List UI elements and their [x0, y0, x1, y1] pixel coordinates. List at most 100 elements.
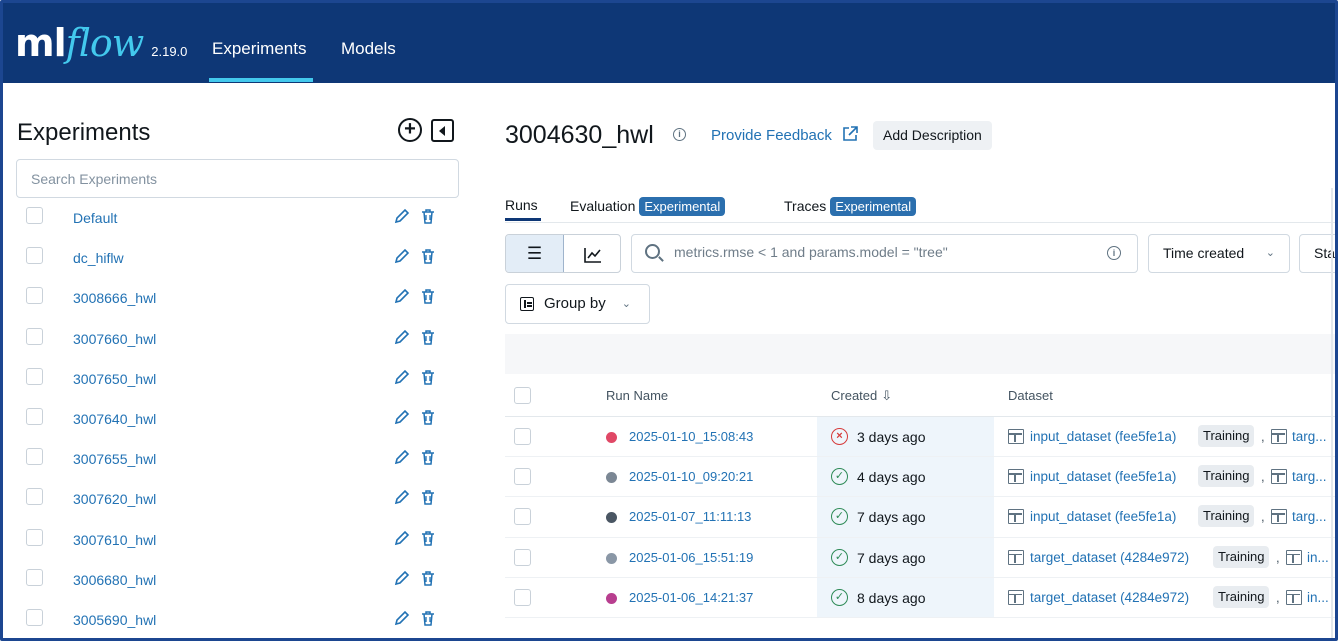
experiment-name[interactable]: 3007660_hwl [73, 331, 156, 347]
dataset-link[interactable]: target_dataset (4284e972) [1030, 590, 1189, 605]
dataset-link-truncated[interactable]: targ... [1292, 469, 1327, 484]
experiment-checkbox[interactable] [26, 608, 43, 626]
dataset-link[interactable]: target_dataset (4284e972) [1030, 550, 1189, 565]
experiment-name[interactable]: 3007655_hwl [73, 451, 156, 467]
run-color-dot[interactable] [606, 512, 617, 524]
dataset-link[interactable]: input_dataset (fee5fe1a) [1030, 469, 1176, 484]
experiment-name[interactable]: 3007640_hwl [73, 411, 156, 427]
row-checkbox[interactable] [514, 548, 531, 566]
info-icon[interactable]: i [673, 128, 686, 141]
list-item[interactable]: 3005690_hwl [3, 604, 473, 638]
search-help-icon[interactable]: i [1107, 246, 1121, 260]
experiment-name[interactable]: 3008666_hwl [73, 290, 156, 306]
dataset-link-truncated[interactable]: in... [1307, 590, 1329, 605]
list-item[interactable]: dc_hiflw [3, 242, 473, 282]
tab-traces[interactable]: Traces Experimental [784, 197, 917, 216]
pencil-icon[interactable] [394, 409, 410, 430]
add-description-button[interactable]: Add Description [873, 121, 992, 150]
row-checkbox[interactable] [514, 588, 531, 606]
dataset-link[interactable]: input_dataset (fee5fe1a) [1030, 509, 1176, 524]
experiment-checkbox[interactable] [26, 488, 43, 506]
pencil-icon[interactable] [394, 570, 410, 591]
run-name-link[interactable]: 2025-01-10_15:08:43 [629, 429, 753, 444]
list-item[interactable]: 3006680_hwl [3, 564, 473, 604]
chart-view-button[interactable] [564, 235, 620, 272]
collapse-sidebar-icon[interactable] [431, 119, 454, 142]
experiment-checkbox[interactable] [26, 327, 43, 345]
list-item[interactable]: 3007650_hwl [3, 363, 473, 403]
trash-icon[interactable] [421, 209, 435, 229]
experiment-name[interactable]: Default [73, 210, 117, 226]
group-by-button[interactable]: Group by ⌄ [505, 284, 650, 324]
experiment-search-input[interactable] [16, 159, 459, 198]
list-item[interactable]: 3008666_hwl [3, 282, 473, 322]
row-checkbox[interactable] [514, 508, 531, 526]
experiment-checkbox[interactable] [26, 367, 43, 385]
experiment-checkbox[interactable] [26, 448, 43, 466]
tab-runs[interactable]: Runs [505, 197, 538, 213]
pencil-icon[interactable] [394, 489, 410, 510]
pencil-icon[interactable] [394, 369, 410, 390]
trash-icon[interactable] [421, 249, 435, 269]
row-checkbox[interactable] [514, 428, 531, 445]
dataset-link-truncated[interactable]: targ... [1292, 509, 1327, 524]
trash-icon[interactable] [421, 570, 435, 591]
list-item[interactable]: 3007640_hwl [3, 403, 473, 443]
run-name-link[interactable]: 2025-01-07_11:11:13 [629, 509, 751, 524]
trash-icon[interactable] [421, 450, 435, 470]
add-experiment-icon[interactable]: + [398, 118, 422, 142]
dataset-link-truncated[interactable]: targ... [1292, 429, 1327, 444]
run-search-input[interactable] [674, 244, 1094, 260]
trash-icon[interactable] [421, 611, 435, 631]
table-row[interactable]: 2025-01-06_15:51:19 ✓ 7 days ago target_dat… [505, 537, 1335, 578]
column-header-run-name[interactable]: Run Name [606, 388, 668, 403]
table-row[interactable]: 2025-01-10_15:08:43 × 3 days ago input_data… [505, 417, 1335, 458]
table-row[interactable]: 2025-01-10_09:20:21 ✓ 4 days ago input_data… [505, 457, 1335, 498]
table-row[interactable]: 2025-01-07_11:11:13 ✓ 7 days ago input_data… [505, 497, 1335, 538]
tab-evaluation[interactable]: Evaluation Experimental [570, 197, 726, 216]
pencil-icon[interactable] [394, 288, 410, 309]
nav-models[interactable]: Models [341, 39, 396, 59]
experiment-name[interactable]: 3006680_hwl [73, 572, 156, 588]
sort-select[interactable]: Time created ⌄ [1148, 234, 1290, 273]
pencil-icon[interactable] [394, 208, 410, 229]
run-color-dot[interactable] [606, 432, 617, 443]
experiment-checkbox[interactable] [26, 287, 43, 305]
experiment-name[interactable]: 3005690_hwl [73, 612, 156, 628]
column-header-dataset[interactable]: Dataset [1008, 388, 1053, 403]
dataset-link-truncated[interactable]: in... [1307, 550, 1329, 565]
pencil-icon[interactable] [394, 248, 410, 269]
provide-feedback-link[interactable]: Provide Feedback [711, 127, 832, 144]
trash-icon[interactable] [421, 289, 435, 309]
dataset-link[interactable]: input_dataset (fee5fe1a) [1030, 429, 1176, 444]
trash-icon[interactable] [421, 530, 435, 551]
external-link-icon[interactable] [841, 125, 859, 148]
list-item[interactable]: Default [3, 202, 473, 242]
run-color-dot[interactable] [606, 472, 617, 484]
column-header-created[interactable]: Created ⇩ [831, 388, 892, 404]
pencil-icon[interactable] [394, 610, 410, 631]
mlflow-logo[interactable]: ml flow 2.19.0 [15, 21, 187, 65]
experiment-checkbox[interactable] [26, 207, 43, 224]
list-item[interactable]: 3007620_hwl [3, 483, 473, 523]
experiment-name[interactable]: dc_hiflw [73, 250, 124, 266]
run-name-link[interactable]: 2025-01-10_09:20:21 [629, 469, 753, 484]
row-checkbox[interactable] [514, 468, 531, 486]
run-color-dot[interactable] [606, 552, 617, 564]
pencil-icon[interactable] [394, 449, 410, 470]
nav-experiments[interactable]: Experiments [212, 39, 306, 59]
list-item[interactable]: 3007610_hwl [3, 524, 473, 564]
list-item[interactable]: 3007655_hwl [3, 443, 473, 483]
experiment-checkbox[interactable] [26, 247, 43, 265]
trash-icon[interactable] [421, 370, 435, 390]
run-name-link[interactable]: 2025-01-06_15:51:19 [629, 550, 753, 565]
pencil-icon[interactable] [394, 329, 410, 350]
trash-icon[interactable] [421, 329, 435, 350]
experiment-checkbox[interactable] [26, 568, 43, 586]
trash-icon[interactable] [421, 410, 435, 430]
select-all-checkbox[interactable] [514, 387, 531, 404]
experiment-name[interactable]: 3007650_hwl [73, 371, 156, 387]
experiment-checkbox[interactable] [26, 407, 43, 425]
run-name-link[interactable]: 2025-01-06_14:21:37 [629, 590, 753, 605]
run-color-dot[interactable] [606, 592, 617, 604]
